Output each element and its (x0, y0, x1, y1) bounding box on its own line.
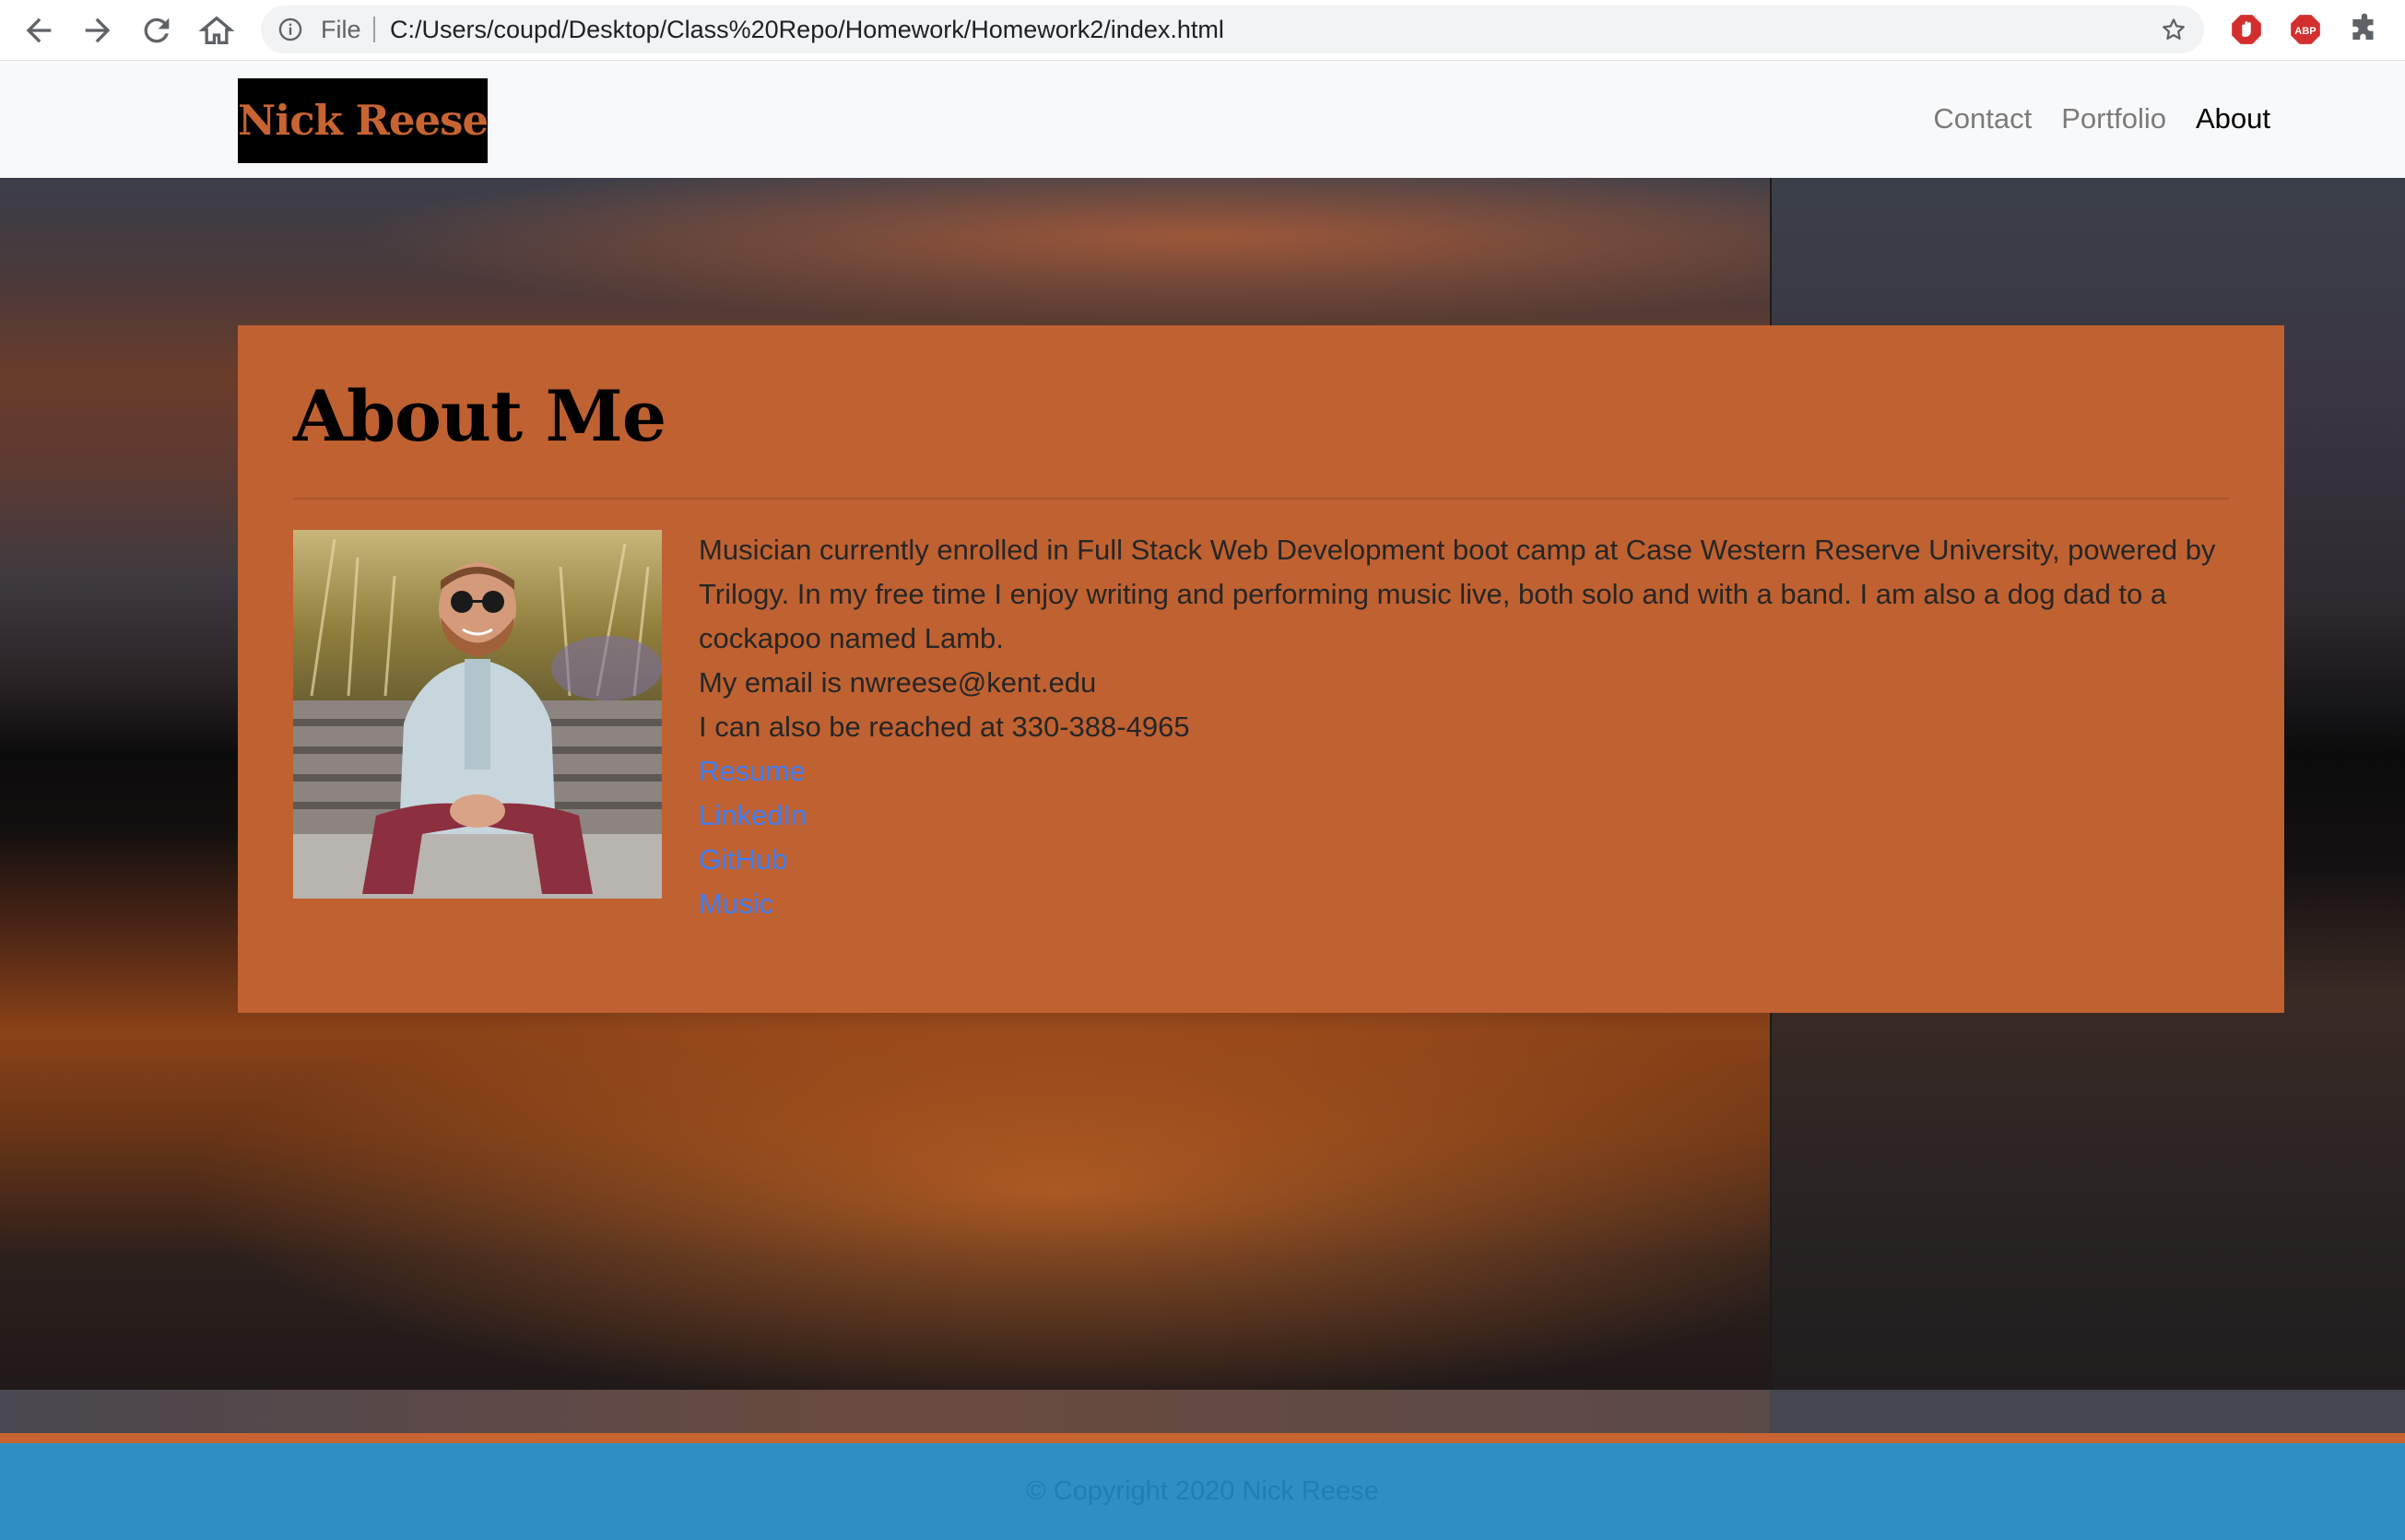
back-arrow-icon[interactable] (20, 12, 57, 49)
resume-link[interactable]: Resume (699, 749, 2240, 794)
omnibox-divider (373, 17, 375, 42)
info-icon[interactable] (277, 17, 303, 42)
puzzle-extensions-icon[interactable] (2347, 12, 2382, 47)
water-reflection (184, 1007, 1770, 1413)
star-icon[interactable] (2160, 16, 2187, 43)
nav-link-about[interactable]: About (2196, 101, 2270, 136)
linkedin-link[interactable]: LinkedIn (699, 794, 2240, 838)
email-line: My email is nwreese@kent.edu (699, 666, 1097, 699)
stop-extension-icon[interactable] (2229, 12, 2264, 47)
site-navbar: Nick Reese Contact Portfolio About (0, 61, 2405, 178)
nav-link-portfolio[interactable]: Portfolio (2061, 101, 2166, 136)
site-footer: © Copyright 2020 Nick Reese (0, 1443, 2405, 1540)
about-card: About Me Musician currently enrolled in … (238, 325, 2284, 1013)
sky-glow (350, 178, 1770, 325)
copyright-text: © Copyright 2020 Nick Reese (1026, 1476, 1379, 1506)
background-band-left (0, 1390, 1770, 1433)
nav-link-contact[interactable]: Contact (1933, 101, 2032, 136)
browser-toolbar: File C:/Users/coupd/Desktop/Class%20Repo… (0, 0, 2405, 61)
profile-photo (293, 530, 662, 899)
footer-accent-stripe (0, 1433, 2405, 1443)
bio-section: Musician currently enrolled in Full Stac… (699, 528, 2240, 926)
music-link[interactable]: Music (699, 882, 2240, 926)
address-bar[interactable]: File C:/Users/coupd/Desktop/Class%20Repo… (261, 6, 2204, 53)
adblock-label: ABP (2294, 26, 2317, 37)
bio-paragraph: Musician currently enrolled in Full Stac… (699, 534, 2216, 654)
scheme-label: File (321, 16, 361, 43)
reload-icon[interactable] (138, 12, 175, 49)
github-link[interactable]: GitHub (699, 838, 2240, 882)
forward-arrow-icon[interactable] (79, 12, 116, 49)
home-icon[interactable] (198, 12, 235, 49)
page-title: About Me (293, 375, 666, 457)
url-text[interactable]: C:/Users/coupd/Desktop/Class%20Repo/Home… (390, 18, 1224, 42)
nav-links: Contact Portfolio About (1933, 101, 2270, 136)
phone-line: I can also be reached at 330-388-4965 (699, 711, 1190, 743)
brand-logo[interactable]: Nick Reese (238, 78, 489, 163)
adblock-extension-icon[interactable]: ABP (2288, 12, 2323, 47)
title-divider (293, 498, 2229, 500)
